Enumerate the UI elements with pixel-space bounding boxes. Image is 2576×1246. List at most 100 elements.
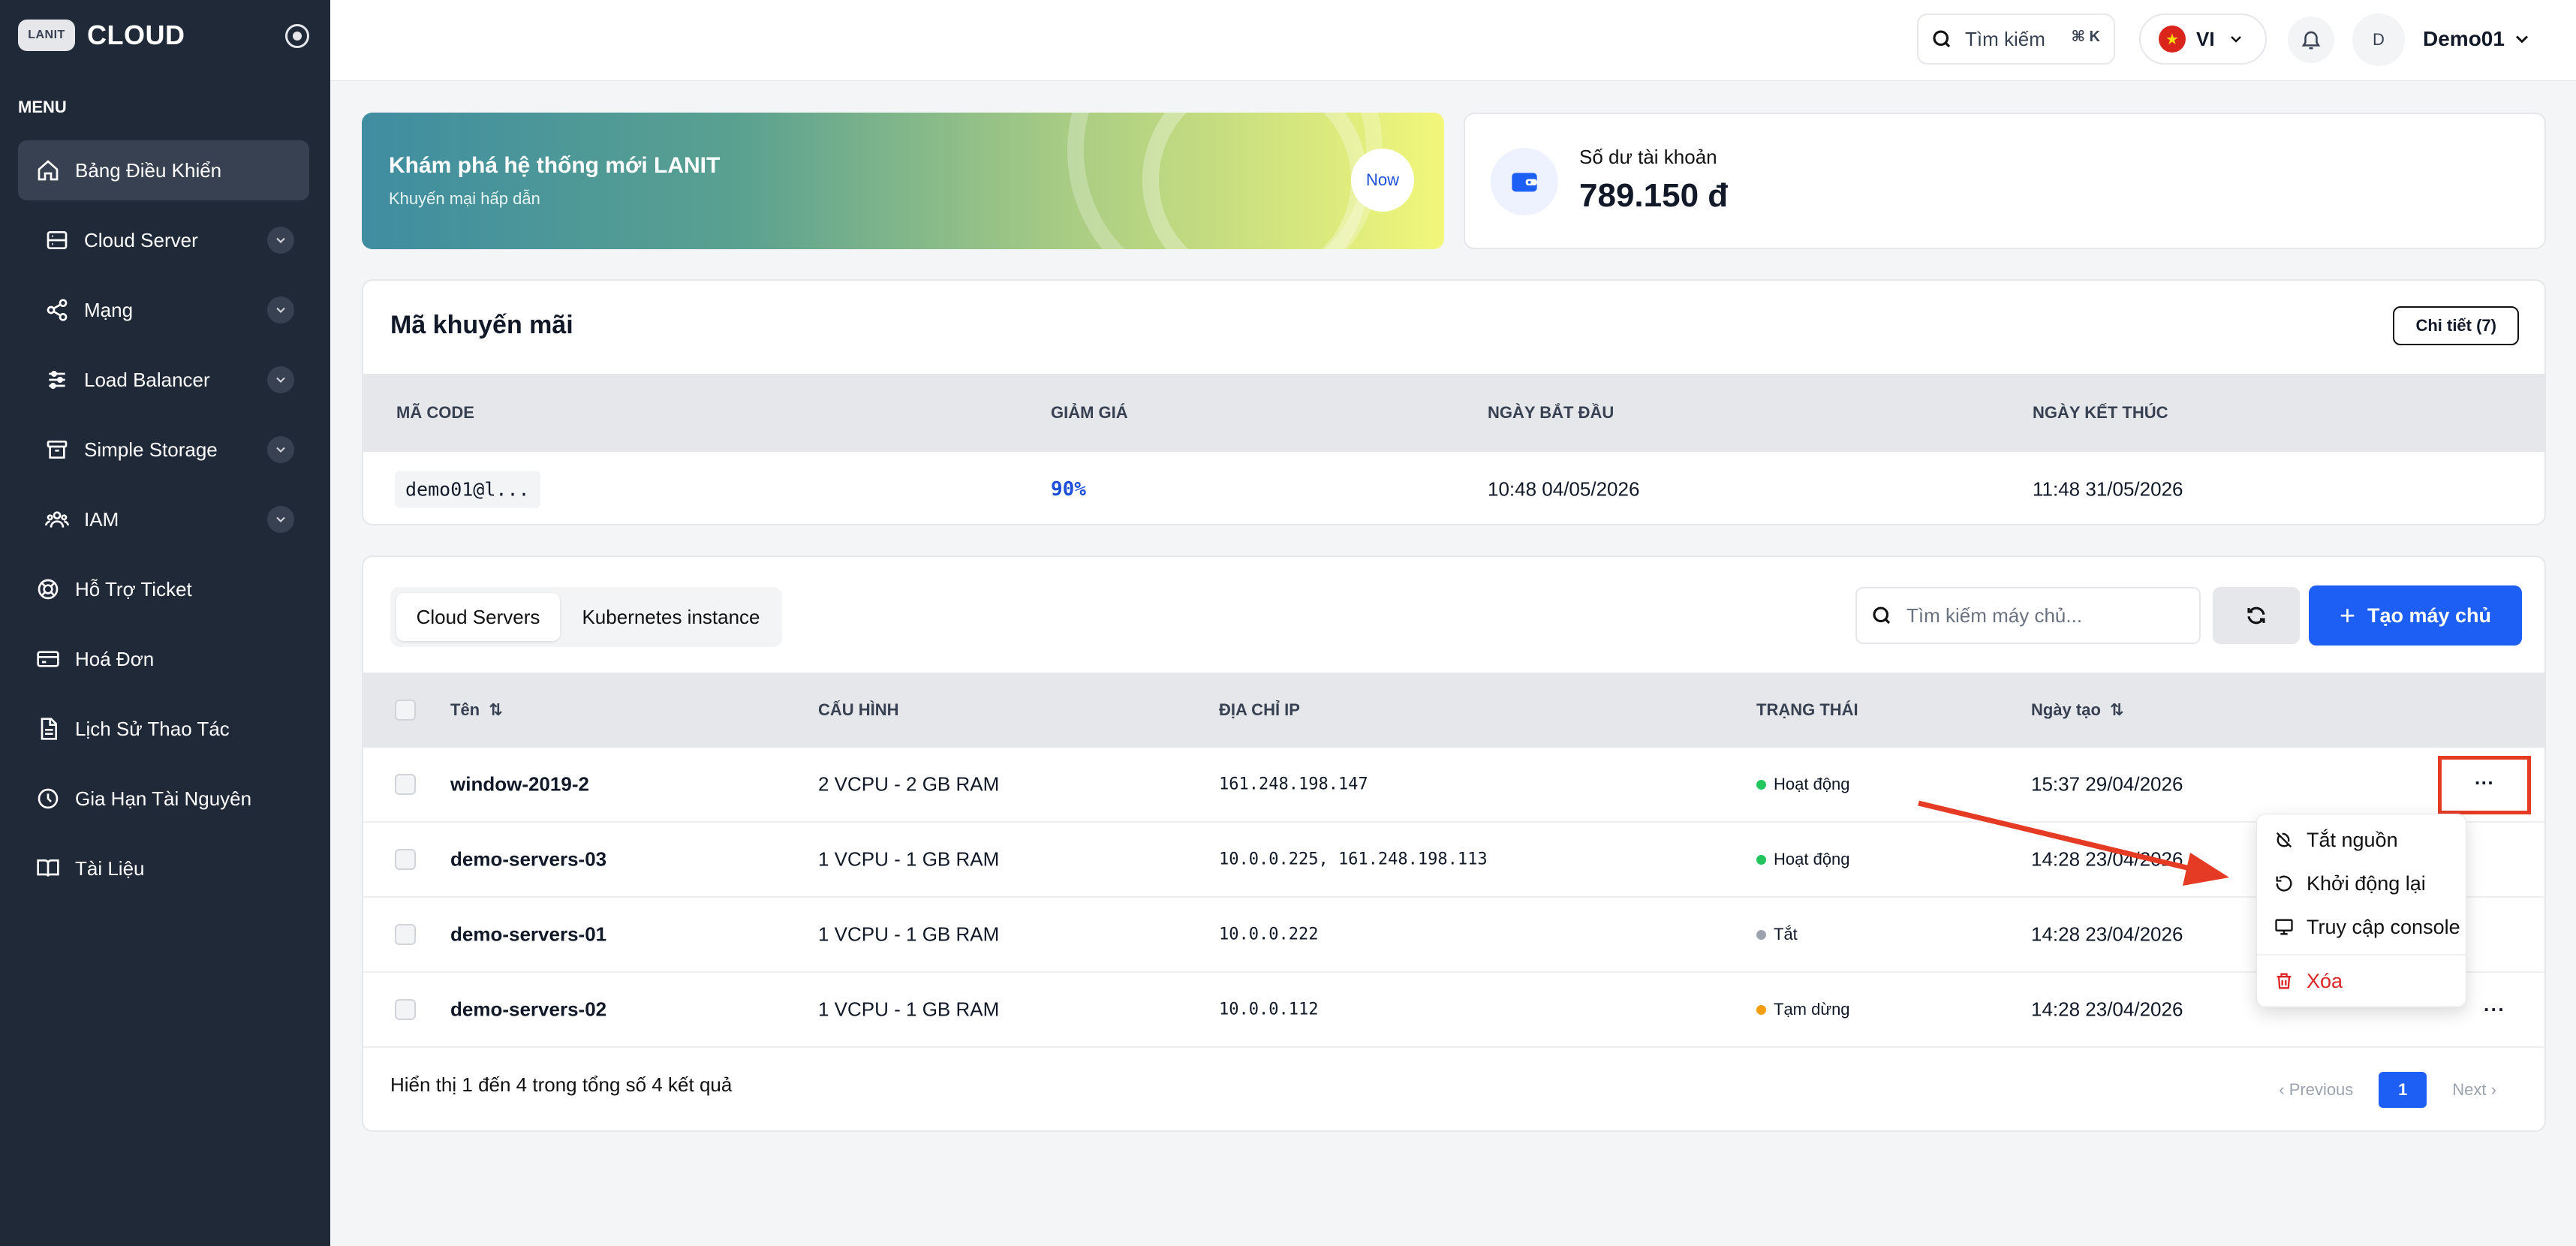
- menu-item-console[interactable]: Truy cập console: [2274, 912, 2460, 942]
- row-checkbox[interactable]: [395, 924, 416, 945]
- server-icon: [45, 228, 69, 252]
- col-status: TRẠNG THÁI: [1756, 700, 1858, 719]
- language-selector[interactable]: ★ VI: [2139, 14, 2267, 65]
- col-ip: ĐỊA CHỈ IP: [1219, 700, 1300, 719]
- menu-item-power-off[interactable]: Tắt nguồn: [2274, 825, 2398, 855]
- notification-button[interactable]: [2288, 17, 2334, 63]
- status-dot: [1756, 854, 1766, 865]
- sidebar: LANIT CLOUD MENU Bảng Điều Khiển Cloud S…: [0, 0, 330, 1246]
- server-name[interactable]: demo-servers-02: [450, 998, 606, 1022]
- balance-value: 789.150 đ: [1579, 177, 1729, 214]
- sort-icon[interactable]: ⇅: [489, 700, 502, 720]
- promo-now-button[interactable]: Now: [1351, 149, 1414, 212]
- sidebar-item-label: Gia Hạn Tài Nguyên: [75, 787, 252, 810]
- tab-kubernetes[interactable]: Kubernetes instance: [566, 593, 776, 641]
- table-row[interactable]: demo-servers-03 1 VCPU - 1 GB RAM 10.0.0…: [363, 823, 2544, 898]
- sidebar-item-invoice[interactable]: Hoá Đơn: [18, 629, 309, 689]
- top-header: Tìm kiếm ⌘ K ★ VI D Demo01: [330, 0, 2576, 81]
- sidebar-item-activity-history[interactable]: Lịch Sử Thao Tác: [18, 699, 309, 759]
- status-badge: Hoạt động: [1756, 850, 1850, 869]
- table-row[interactable]: demo-servers-02 1 VCPU - 1 GB RAM 10.0.0…: [363, 973, 2544, 1048]
- col-config: CẤU HÌNH: [818, 700, 899, 719]
- balance-label: Số dư tài khoản: [1579, 146, 1717, 168]
- server-search-placeholder: Tìm kiếm máy chủ...: [1906, 603, 2083, 627]
- user-name[interactable]: Demo01: [2423, 27, 2505, 51]
- status-text: Tạm dừng: [1774, 1000, 1850, 1019]
- pagination: ‹ Previous 1 Next ›: [2279, 1072, 2496, 1108]
- server-ip: 161.248.198.147: [1219, 775, 1368, 794]
- sidebar-item-resource-renewal[interactable]: Gia Hạn Tài Nguyên: [18, 769, 309, 829]
- menu-item-restart[interactable]: Khởi động lại: [2274, 868, 2426, 898]
- book-icon: [36, 856, 60, 880]
- server-ip: 10.0.0.222: [1219, 925, 1319, 944]
- row-checkbox[interactable]: [395, 999, 416, 1020]
- sidebar-item-load-balancer[interactable]: Load Balancer: [18, 350, 309, 410]
- sidebar-toggle-icon[interactable]: [285, 24, 309, 48]
- server-config: 2 VCPU - 2 GB RAM: [818, 772, 1000, 796]
- row-actions-button-highlighted[interactable]: ···: [2438, 756, 2531, 814]
- server-name[interactable]: window-2019-2: [450, 773, 589, 796]
- server-ip: 10.0.0.112: [1219, 1000, 1319, 1019]
- sort-icon[interactable]: ⇅: [2110, 700, 2123, 720]
- power-off-icon: [2276, 832, 2292, 848]
- table-row[interactable]: demo-servers-01 1 VCPU - 1 GB RAM 10.0.0…: [363, 898, 2544, 973]
- chevron-down-icon[interactable]: [267, 366, 294, 393]
- col-name[interactable]: Tên ⇅: [450, 700, 503, 720]
- sidebar-item-support-ticket[interactable]: Hỗ Trợ Ticket: [18, 559, 309, 619]
- promo-banner[interactable]: Khám phá hệ thống mới LANIT Khuyến mại h…: [362, 113, 1444, 249]
- coupon-code[interactable]: demo01@l...: [395, 471, 540, 508]
- refresh-button[interactable]: [2213, 587, 2300, 644]
- chevron-down-icon[interactable]: [267, 296, 294, 324]
- balance-card: Số dư tài khoản 789.150 đ: [1464, 113, 2546, 249]
- chevron-down-icon[interactable]: [267, 506, 294, 533]
- page-number[interactable]: 1: [2379, 1072, 2427, 1108]
- server-name[interactable]: demo-servers-03: [450, 848, 606, 871]
- select-all-checkbox[interactable]: [395, 700, 416, 721]
- vietnam-flag-icon: ★: [2159, 26, 2186, 53]
- chevron-down-icon[interactable]: [267, 436, 294, 463]
- support-icon: [36, 577, 60, 601]
- coupons-title: Mã khuyến mãi: [390, 311, 573, 339]
- chevron-down-icon: [2230, 36, 2241, 43]
- menu-divider: [2257, 954, 2466, 956]
- avatar[interactable]: D: [2352, 14, 2405, 66]
- col-start-date: NGÀY BẮT ĐẦU: [1488, 403, 1615, 422]
- sidebar-item-label: Tài Liệu: [75, 856, 145, 880]
- create-server-label: Tạo máy chủ: [2367, 603, 2492, 627]
- global-search[interactable]: Tìm kiếm ⌘ K: [1917, 14, 2115, 65]
- server-config: 1 VCPU - 1 GB RAM: [818, 998, 1000, 1021]
- menu-item-delete[interactable]: Xóa: [2274, 966, 2343, 996]
- row-checkbox[interactable]: [395, 849, 416, 870]
- menu-item-label: Tắt nguồn: [2307, 828, 2398, 851]
- brand[interactable]: LANIT CLOUD: [18, 20, 185, 51]
- plus-icon: +: [2339, 600, 2355, 631]
- pagination-previous[interactable]: ‹ Previous: [2279, 1080, 2353, 1100]
- pagination-next[interactable]: Next ›: [2452, 1080, 2496, 1100]
- sidebar-item-docs[interactable]: Tài Liệu: [18, 838, 309, 898]
- menu-title: MENU: [18, 98, 67, 116]
- create-server-button[interactable]: + Tạo máy chủ: [2309, 585, 2522, 646]
- chevron-down-icon[interactable]: [2511, 29, 2532, 50]
- wallet-icon: [1491, 148, 1558, 215]
- sidebar-item-label: Hoá Đơn: [75, 647, 155, 670]
- sidebar-item-cloud-server[interactable]: Cloud Server: [18, 210, 309, 270]
- row-checkbox[interactable]: [395, 774, 416, 795]
- col-created[interactable]: Ngày tạo ⇅: [2031, 700, 2123, 720]
- row-actions-button[interactable]: ···: [2484, 998, 2505, 1022]
- server-search-input[interactable]: Tìm kiếm máy chủ...: [1855, 587, 2201, 644]
- coupon-end: 11:48 31/05/2026: [2033, 477, 2183, 501]
- tab-cloud-servers[interactable]: Cloud Servers: [396, 593, 560, 641]
- sidebar-item-label: Cloud Server: [84, 228, 198, 251]
- sliders-icon: [45, 368, 69, 392]
- sidebar-item-simple-storage[interactable]: Simple Storage: [18, 420, 309, 480]
- server-name[interactable]: demo-servers-01: [450, 923, 606, 947]
- sidebar-item-network[interactable]: Mạng: [18, 280, 309, 340]
- table-row[interactable]: window-2019-2 2 VCPU - 2 GB RAM 161.248.…: [363, 748, 2544, 823]
- more-icon: ···: [2475, 771, 2494, 794]
- sidebar-item-dashboard[interactable]: Bảng Điều Khiển: [18, 140, 309, 200]
- row-actions-menu: Tắt nguồn Khởi động lại Truy cập console…: [2256, 814, 2466, 1007]
- coupon-detail-button[interactable]: Chi tiết (7): [2393, 306, 2519, 345]
- status-text: Hoạt động: [1774, 775, 1850, 793]
- sidebar-item-iam[interactable]: IAM: [18, 489, 309, 549]
- chevron-down-icon[interactable]: [267, 227, 294, 254]
